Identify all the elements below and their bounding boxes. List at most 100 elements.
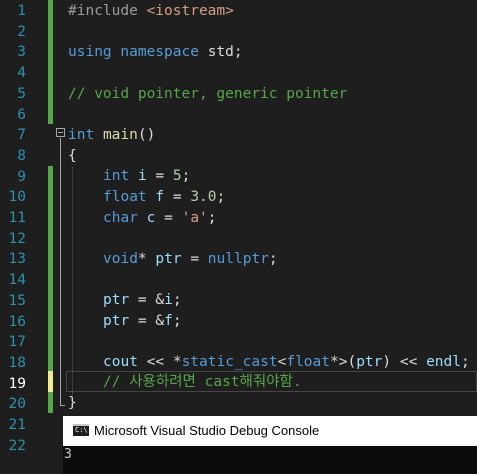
- variable: ptr: [103, 313, 130, 329]
- operator: = &: [129, 292, 165, 308]
- code-text: (): [137, 127, 156, 143]
- line-number: 14: [8, 272, 26, 289]
- line-number-gutter: 1 2 3 4 5 6 7 8 9 10 11 12 13 14 15 16 17 18 19 20 21 22: [0, 0, 48, 474]
- operator: ) <<: [382, 354, 427, 370]
- operator: =: [181, 251, 208, 267]
- code-line-9[interactable]: int i = 5;: [103, 166, 190, 187]
- code-line-18[interactable]: cout << *static_cast<float*>(ptr) << end…: [103, 352, 470, 373]
- code-line-13[interactable]: void* ptr = nullptr;: [103, 249, 278, 270]
- function-name: main: [102, 127, 138, 143]
- keyword: static_cast: [181, 354, 278, 370]
- line-number: 10: [8, 189, 26, 206]
- code-line-16[interactable]: ptr = &f;: [103, 311, 182, 332]
- operator: << *: [137, 354, 182, 370]
- code-text: }: [68, 395, 77, 411]
- change-indicator-unsaved: [48, 371, 53, 392]
- number-literal: 5: [172, 168, 182, 184]
- code-text: ;: [181, 168, 191, 184]
- comment: // void pointer, generic pointer: [68, 86, 348, 102]
- code-line-5[interactable]: // void pointer, generic pointer: [68, 84, 347, 105]
- line-number: 12: [8, 230, 26, 247]
- line-number: 5: [17, 85, 26, 102]
- char-literal: 'a': [181, 210, 208, 226]
- line-number: 2: [17, 23, 26, 40]
- line-number: 6: [17, 106, 26, 123]
- code-line-19[interactable]: // 사용하려면 cast해줘야함.: [103, 372, 302, 393]
- code-text: std;: [198, 44, 243, 60]
- code-text: ;: [268, 251, 278, 267]
- keyword: int: [68, 127, 95, 143]
- console-titlebar[interactable]: C:\ Microsoft Visual Studio Debug Consol…: [63, 416, 477, 446]
- line-number: 9: [17, 168, 26, 185]
- variable: i: [137, 168, 147, 184]
- line-number: 11: [8, 210, 26, 226]
- change-indicator: [48, 166, 53, 371]
- code-text: ;: [172, 292, 182, 308]
- code-line-7[interactable]: int main(): [68, 125, 155, 146]
- code-text: {: [68, 148, 77, 164]
- operator: =: [155, 210, 182, 226]
- line-number: 4: [17, 65, 26, 82]
- code-text: ;: [207, 210, 217, 226]
- line-number: 8: [17, 147, 26, 164]
- outline-guide-end: [60, 405, 65, 406]
- code-text: ;: [460, 354, 470, 370]
- code-line-8[interactable]: {: [68, 146, 77, 167]
- keyword: float: [286, 354, 330, 370]
- variable: f: [164, 313, 173, 329]
- code-line-11[interactable]: char c = 'a';: [103, 208, 217, 229]
- keyword: void: [103, 251, 138, 267]
- line-number: 20: [8, 396, 26, 413]
- comment: // 사용하려면 cast해줘야함.: [103, 374, 302, 390]
- operator: =: [164, 189, 191, 205]
- line-number: 1: [17, 3, 26, 19]
- line-number: 22: [8, 437, 26, 454]
- console-output: 3: [64, 447, 72, 462]
- line-number: 15: [8, 292, 26, 309]
- keyword: nullptr: [207, 251, 269, 267]
- line-number: 16: [8, 313, 26, 330]
- code-text: ;: [172, 313, 182, 329]
- change-indicator: [48, 392, 53, 413]
- line-number: 13: [8, 251, 26, 268]
- code-text: ;: [216, 189, 226, 205]
- debug-console-window[interactable]: C:\ Microsoft Visual Studio Debug Consol…: [63, 416, 477, 474]
- operator: =: [146, 168, 173, 184]
- screen: 1 2 3 4 5 6 7 8 9 10 11 12 13 14 15 16 17 18 19 20 21 22 #inc…: [0, 0, 477, 474]
- line-number: 21: [8, 417, 26, 433]
- keyword: float: [103, 189, 147, 205]
- line-number: 17: [8, 334, 26, 351]
- code-line-20[interactable]: }: [68, 393, 77, 414]
- preprocessor-directive: #include: [68, 3, 147, 19]
- variable: ptr: [356, 354, 383, 370]
- code-line-1[interactable]: #include <iostream>: [68, 1, 234, 22]
- code-line-10[interactable]: float f = 3.0;: [103, 187, 225, 208]
- include-path: <iostream>: [146, 3, 234, 19]
- keyword: namespace: [120, 44, 199, 60]
- operator: *>(: [330, 354, 357, 370]
- collapse-toggle-icon[interactable]: [56, 128, 65, 137]
- code-line-15[interactable]: ptr = &i;: [103, 290, 182, 311]
- number-literal: 3.0: [190, 189, 217, 205]
- variable: cout: [103, 354, 138, 370]
- console-app-icon: C:\: [73, 424, 89, 436]
- code-line-3[interactable]: using namespace std;: [68, 42, 243, 63]
- variable: ptr: [155, 251, 182, 267]
- console-title: Microsoft Visual Studio Debug Console: [94, 423, 320, 438]
- indent-guide: [72, 167, 73, 395]
- line-number: 18: [8, 354, 26, 371]
- keyword: char: [103, 210, 138, 226]
- console-icon-label: C:\: [75, 426, 88, 434]
- line-number: 19: [8, 375, 26, 392]
- variable: f: [155, 189, 165, 205]
- variable: endl: [426, 354, 461, 370]
- line-number: 7: [17, 127, 26, 144]
- outline-guide: [60, 138, 61, 406]
- keyword: using: [68, 44, 112, 60]
- change-indicator: [48, 0, 53, 124]
- code-editor[interactable]: 1 2 3 4 5 6 7 8 9 10 11 12 13 14 15 16 17 18 19 20 21 22 #inc…: [0, 0, 477, 474]
- line-number: 3: [17, 44, 26, 61]
- keyword: int: [103, 168, 130, 184]
- operator: = &: [129, 313, 165, 329]
- variable: i: [164, 292, 173, 308]
